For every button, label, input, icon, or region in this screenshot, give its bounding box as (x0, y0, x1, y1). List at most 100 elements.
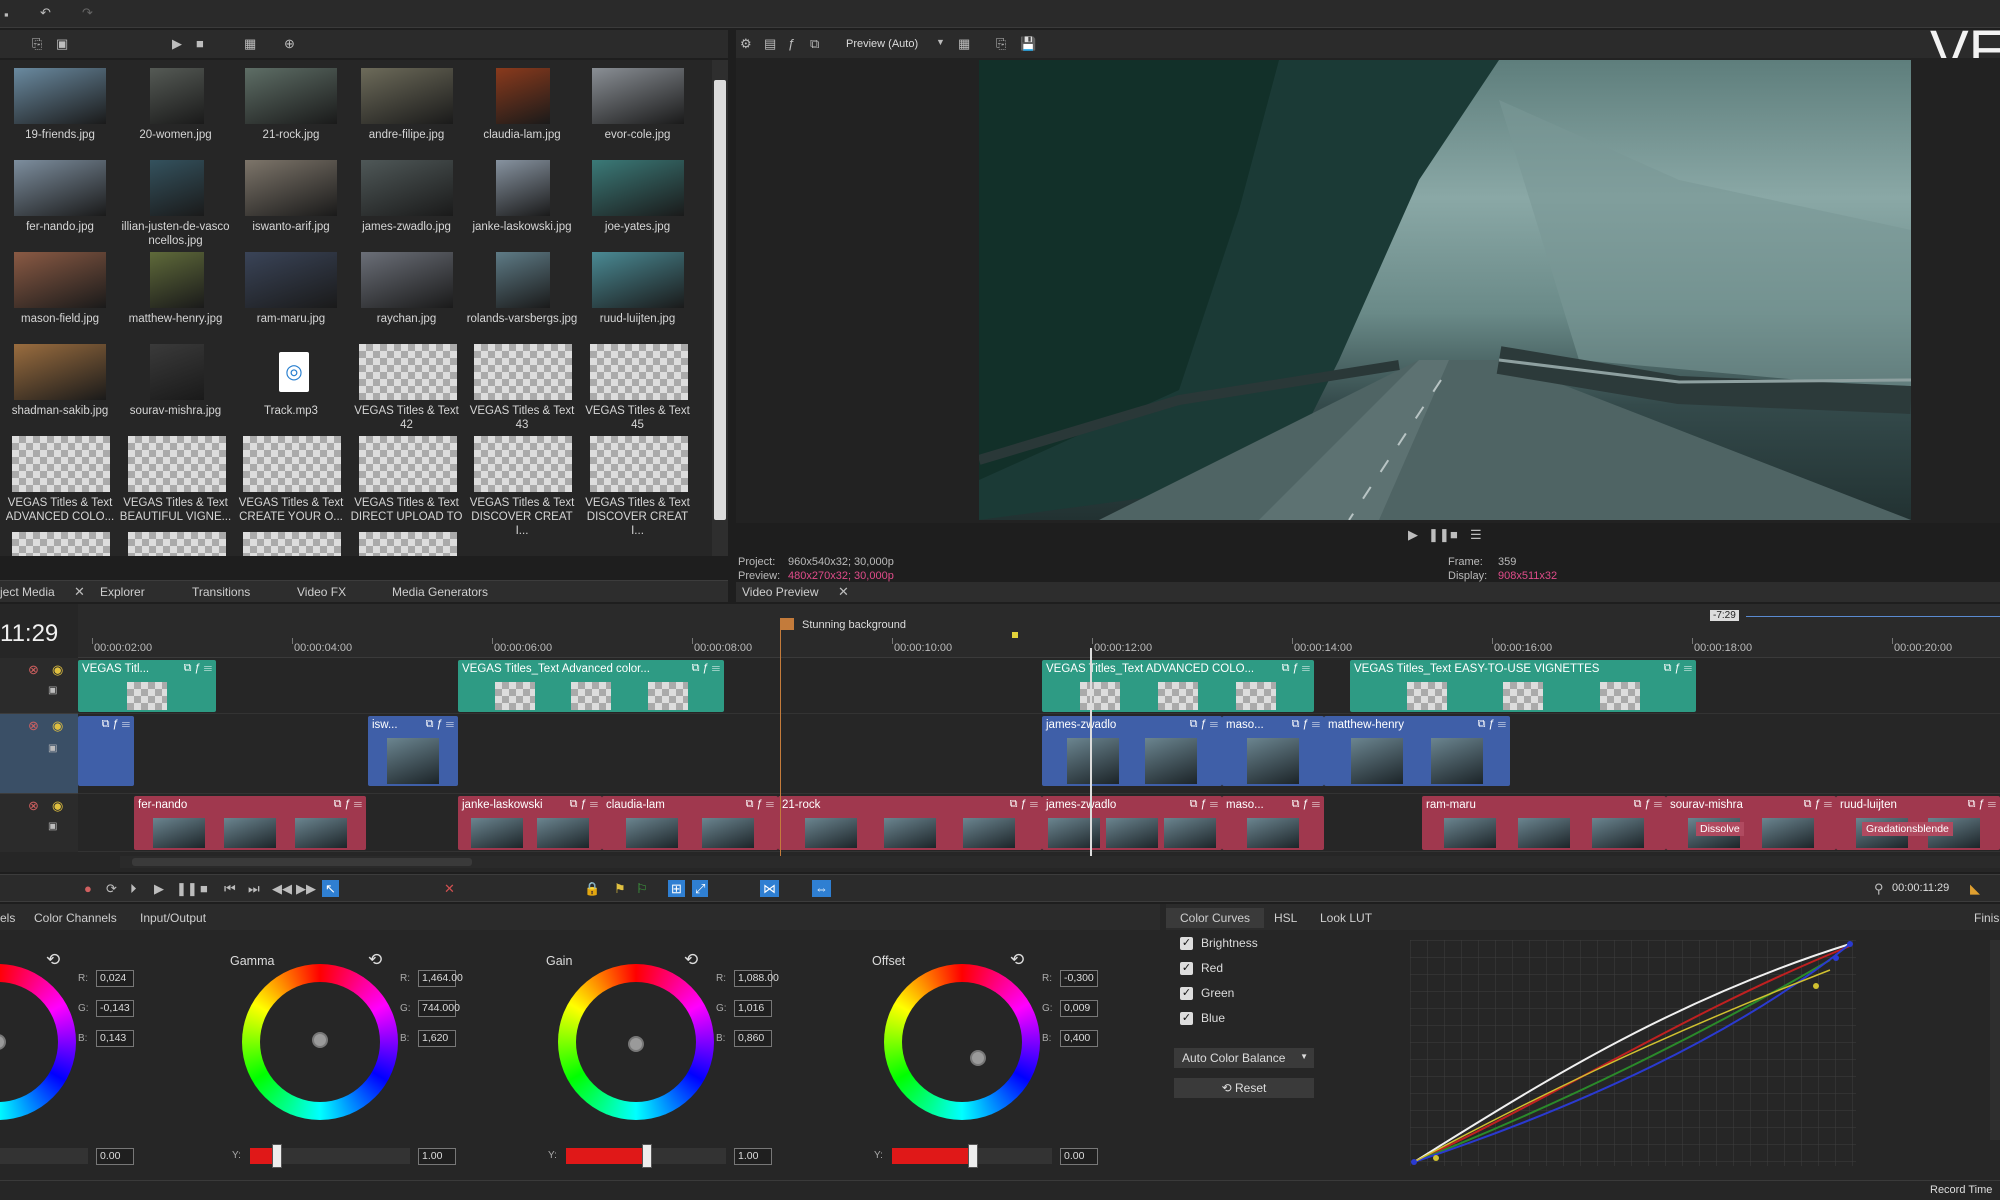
timeline-clip[interactable]: VEGAS Titles_Text ADVANCED COLO... ⧉ ƒ ☰ (1042, 660, 1314, 712)
timeline-clip[interactable]: james-zwadlo ⧉ ƒ ☰ (1042, 796, 1222, 850)
overlay-grid-icon[interactable]: ▦ (958, 37, 970, 50)
color-wheel[interactable] (0, 964, 76, 1120)
media-item[interactable]: fer-nando.jpg (4, 160, 116, 248)
media-item[interactable]: evor-cole.jpg (582, 68, 694, 156)
track-lane[interactable] (78, 658, 2000, 714)
media-item[interactable]: raychan.jpg (351, 252, 463, 340)
y-value-field[interactable]: 0.00 (1060, 1148, 1098, 1165)
loop-icon[interactable]: ⟳ (106, 882, 117, 895)
media-item[interactable]: 21-rock.jpg (235, 68, 347, 156)
transition-label[interactable]: Gradationsblende (1862, 822, 1953, 836)
close-icon[interactable]: ✕ (74, 585, 85, 598)
g-value-field[interactable]: -0,143 (96, 1000, 134, 1017)
delete-icon[interactable]: ✕ (444, 882, 455, 895)
wheel-knob[interactable] (970, 1050, 986, 1066)
media-item[interactable]: 20-women.jpg (120, 68, 232, 156)
clip-fx-icons[interactable]: ⧉ ƒ ☰ (1478, 718, 1506, 731)
clip-fx-icons[interactable]: ⧉ ƒ ☰ (1804, 798, 1832, 811)
media-item[interactable]: VEGAS Titles & Text DIRECT UPLOAD TO (351, 436, 463, 524)
tab-look-lut[interactable]: Look LUT (1320, 911, 1372, 925)
normal-edit-tool-icon[interactable]: ↖ (322, 880, 339, 897)
media-item[interactable]: VEGAS Titles & Text 42 (351, 344, 463, 432)
timeline-clip[interactable]: fer-nando ⧉ ƒ ☰ (134, 796, 366, 850)
solo-icon[interactable]: ◉ (52, 663, 63, 676)
fx-icon[interactable]: ƒ (788, 37, 795, 50)
clip-fx-icons[interactable]: ⧉ ƒ ☰ (1282, 662, 1310, 675)
clip-fx-icons[interactable]: ⧉ ƒ ☰ (692, 662, 720, 675)
checkbox[interactable]: ✓ (1180, 962, 1193, 976)
copy-snapshot-icon[interactable]: ⎘ (996, 37, 1006, 50)
save-icon[interactable]: ▪ (4, 8, 9, 21)
menu-icon[interactable]: ☰ (1470, 528, 1482, 541)
media-item[interactable]: sourav-mishra.jpg (120, 344, 232, 432)
play-icon[interactable]: ▶ (172, 37, 182, 50)
tab-color-channels[interactable]: Color Channels (34, 911, 117, 925)
region-marker[interactable] (780, 618, 794, 630)
reset-icon[interactable]: ⟲ (46, 950, 60, 970)
blue-check[interactable]: ✓ Blue (1180, 1011, 1225, 1026)
stop-icon[interactable]: ■ (1450, 528, 1458, 541)
brightness-check[interactable]: ✓ Brightness (1180, 936, 1258, 951)
color-curves-graph[interactable] (1410, 940, 1856, 1166)
media-item[interactable]: matthew-henry.jpg (120, 252, 232, 340)
capture-icon[interactable]: ▣ (56, 37, 68, 50)
timeline-clip[interactable]: james-zwadlo ⧉ ƒ ☰ (1042, 716, 1222, 786)
clip-fx-icons[interactable]: ⧉ ƒ ☰ (1292, 718, 1320, 731)
tab-explorer[interactable]: Explorer (100, 585, 145, 599)
media-item[interactable]: illian-justen-de-vasconcellos.jpg (120, 160, 232, 248)
clip-fx-icons[interactable]: ⧉ ƒ ☰ (1968, 798, 1996, 811)
clip-fx-icons[interactable]: ⧉ ƒ ☰ (1292, 798, 1320, 811)
grid-view-icon[interactable]: ▦ (244, 37, 256, 50)
media-item[interactable]: VEGAS Titles & Text DISCOVER CREATI... (466, 436, 578, 537)
timeline-clip[interactable]: sourav-mishra ⧉ ƒ ☰ (1666, 796, 1836, 850)
wheel-knob[interactable] (312, 1032, 328, 1048)
media-scrollbar[interactable] (712, 60, 728, 556)
tab-finish[interactable]: Finish (1974, 911, 2000, 925)
red-check[interactable]: ✓ Red (1180, 961, 1223, 976)
media-thumbnail[interactable] (12, 532, 110, 556)
media-item[interactable]: VEGAS Titles & Text BEAUTIFUL VIGNE... (120, 436, 232, 524)
media-thumbnail[interactable] (358, 532, 457, 556)
clip-fx-icons[interactable]: ⧉ ƒ ☰ (334, 798, 362, 811)
timeline-clip[interactable]: VEGAS Titles_Text EASY-TO-USE VIGNETTES ⧉… (1350, 660, 1696, 712)
y-slider-handle[interactable] (968, 1144, 978, 1168)
lock-icon[interactable]: 🔒 (584, 882, 600, 895)
wheel-knob[interactable] (628, 1036, 644, 1052)
y-value-field[interactable]: 1.00 (734, 1148, 772, 1165)
media-item[interactable]: mason-field.jpg (4, 252, 116, 340)
media-item[interactable]: 19-friends.jpg (4, 68, 116, 156)
stop-icon[interactable]: ■ (200, 882, 208, 895)
media-item[interactable]: VEGAS Titles & Text 43 (466, 344, 578, 432)
track-lane[interactable] (78, 714, 2000, 794)
timeline-clip[interactable]: VEGAS Titl... ⧉ ƒ ☰ (78, 660, 216, 712)
go-to-start-icon[interactable]: ⏮ (224, 882, 236, 895)
play-icon[interactable]: ▶ (154, 882, 164, 895)
mute-icon[interactable]: ⊗ (28, 663, 39, 676)
expand-icon[interactable]: ▣ (48, 822, 57, 832)
timeline-scroll-thumb[interactable] (132, 858, 472, 866)
g-value-field[interactable]: 1,016 (734, 1000, 772, 1017)
auto-ripple-icon[interactable]: ⤢ (692, 880, 709, 897)
checkbox[interactable]: ✓ (1180, 1012, 1193, 1026)
media-item[interactable]: VEGAS Titles & Text ADVANCED COLO... (4, 436, 116, 524)
tab-media-generators[interactable]: Media Generators (392, 585, 488, 599)
zoom-icon[interactable]: ⊕ (284, 37, 295, 50)
reset-icon[interactable]: ⟲ (368, 950, 382, 970)
media-item[interactable]: andre-filipe.jpg (351, 68, 463, 156)
clip-fx-icons[interactable]: ⧉ ƒ ☰ (1190, 798, 1218, 811)
r-value-field[interactable]: 0,024 (96, 970, 134, 987)
tab-hsl[interactable]: HSL (1274, 911, 1297, 925)
media-item[interactable]: ram-maru.jpg (235, 252, 347, 340)
b-value-field[interactable]: 0,860 (734, 1030, 772, 1047)
y-value-field[interactable]: 0.00 (96, 1148, 134, 1165)
preview-quality-dropdown[interactable]: Preview (Auto) (846, 38, 918, 50)
media-item[interactable]: shadman-sakib.jpg (4, 344, 116, 432)
b-value-field[interactable]: 0,143 (96, 1030, 134, 1047)
timeline-clip[interactable]: matthew-henry ⧉ ƒ ☰ (1324, 716, 1510, 786)
timeline-clip[interactable]: ram-maru ⧉ ƒ ☰ (1422, 796, 1666, 850)
tab-input-output[interactable]: Input/Output (140, 911, 206, 925)
marker-icon[interactable]: ⚑ (614, 882, 626, 895)
tab-video-preview[interactable]: Video Preview (742, 585, 819, 599)
mute-icon[interactable]: ⊗ (28, 799, 39, 812)
mute-icon[interactable]: ⊗ (28, 719, 39, 732)
